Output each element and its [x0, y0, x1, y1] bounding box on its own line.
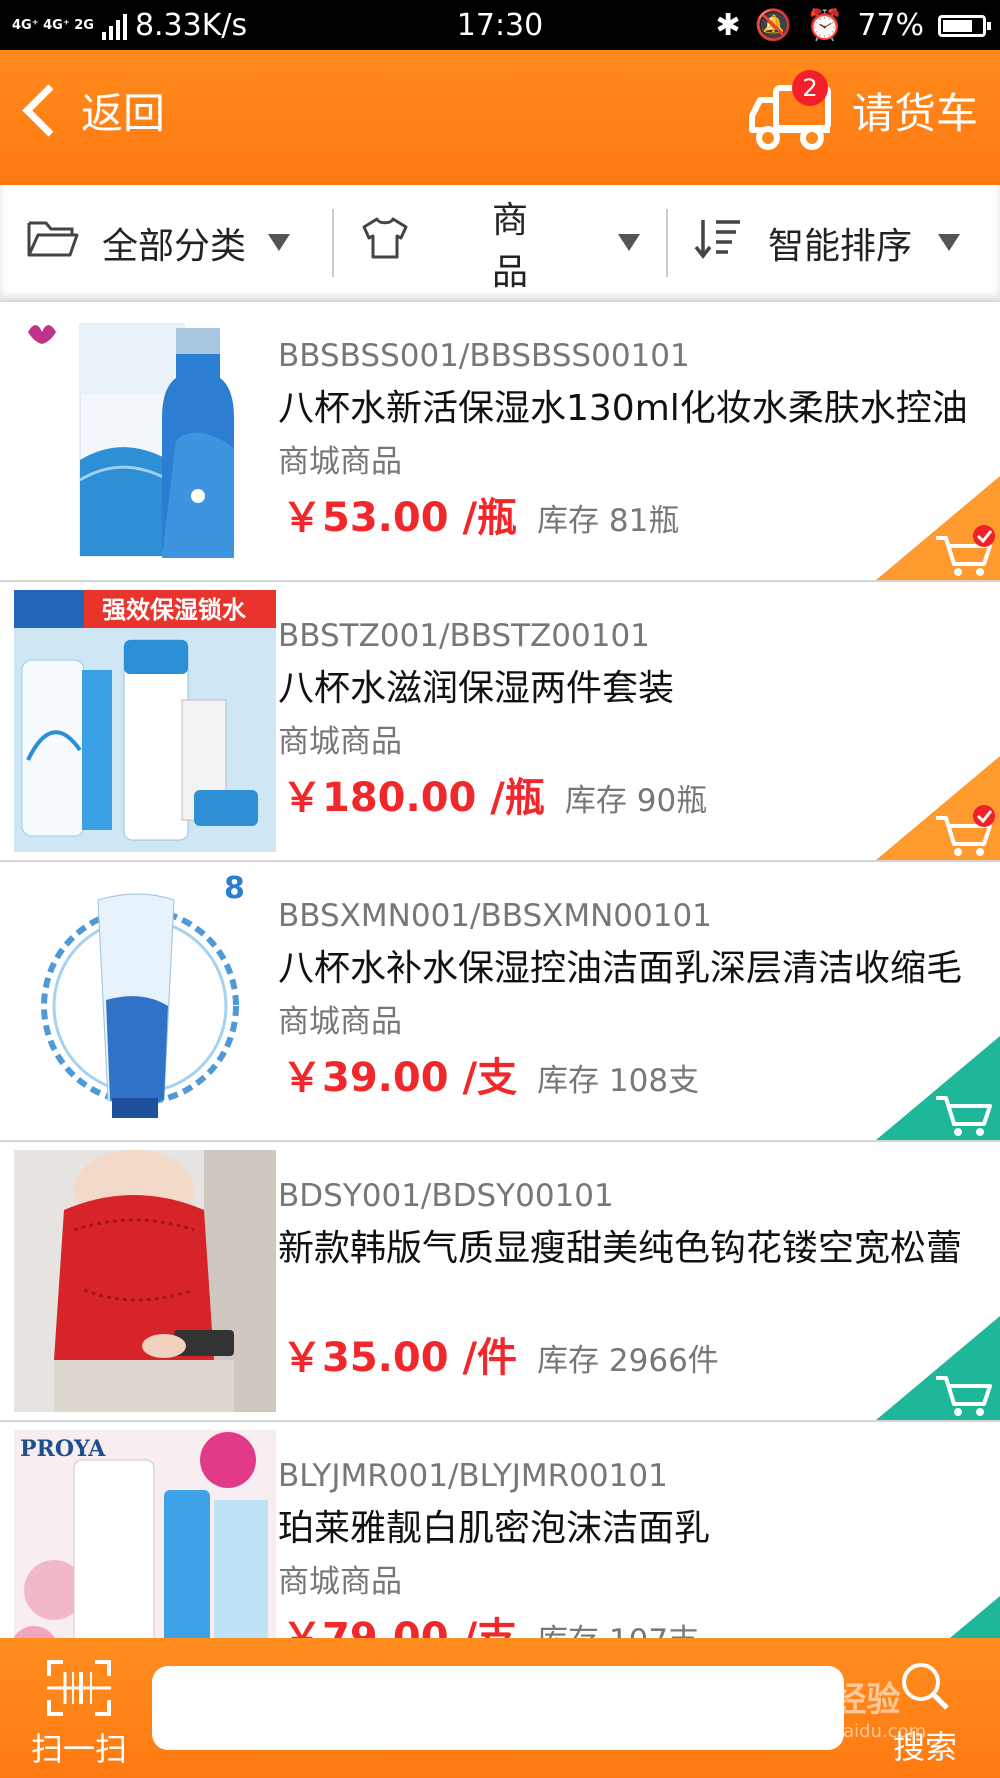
product-name: 八杯水补水保湿控油洁面乳深层清洁收缩毛 [278, 948, 963, 989]
add-to-cart-button[interactable] [876, 756, 1000, 860]
product-price: ￥180.00 /瓶 [282, 775, 545, 821]
thumb-banner: 强效保湿锁水 [102, 596, 247, 624]
filter-sort-label: 智能排序 [768, 225, 913, 267]
folder-icon [26, 217, 80, 268]
product-item[interactable]: 强效保湿锁水 BBSTZ001/BBSTZ00101 八杯水滋润保湿两件套装 商… [0, 582, 1000, 862]
app-header: 返回 2 请货车 [0, 50, 1000, 185]
scan-button[interactable]: 扫一扫 [24, 1660, 134, 1770]
product-thumbnail: 8 [14, 870, 276, 1132]
product-stock: 库存 107支 [537, 1611, 699, 1638]
caret-down-icon [618, 234, 640, 251]
filter-category-label: 全部分类 [102, 225, 247, 267]
product-thumbnail: 强效保湿锁水 [14, 590, 276, 852]
product-code: BDSY001/BDSY00101 [278, 1178, 614, 1214]
check-badge-icon [973, 805, 995, 827]
back-label: 返回 [81, 89, 166, 138]
product-stock: 库存 90瓶 [564, 783, 708, 819]
add-to-cart-button[interactable] [876, 476, 1000, 580]
scan-label: 扫一扫 [30, 1730, 127, 1768]
product-list: BBSBSS001/BBSBSS00101 八杯水新活保湿水130ml化妆水柔肤… [0, 302, 1000, 1638]
caret-down-icon [938, 234, 961, 251]
battery-percent: 77% [857, 8, 924, 43]
search-input[interactable] [152, 1666, 844, 1750]
svg-text:8: 8 [224, 871, 245, 906]
status-right: ✱ 🔕 ⏰ 77% [715, 8, 991, 43]
product-price: ￥53.00 /瓶 [282, 495, 518, 541]
product-stock: 库存 2966件 [537, 1343, 719, 1379]
filter-category[interactable]: 全部分类 [26, 185, 306, 300]
product-item[interactable]: 8 BBSXMN001/BBSXMN00101 八杯水补水保湿控油洁面乳深层清洁… [0, 862, 1000, 1142]
alarm-icon: ⏰ [805, 8, 844, 43]
add-to-cart-button[interactable] [876, 1036, 1000, 1140]
product-price: ￥79.00 /支 [282, 1615, 518, 1638]
product-name: 珀莱雅靓白肌密泡沫洁面乳 [278, 1508, 711, 1549]
product-code: BBSXMN001/BBSXMN00101 [278, 898, 712, 934]
product-price: ￥35.00 /件 [282, 1335, 518, 1381]
product-code: BLYJMR001/BLYJMR00101 [278, 1458, 668, 1494]
filter-divider [332, 209, 334, 277]
battery-fill [943, 19, 972, 32]
product-code: BBSBSS001/BBSBSS00101 [278, 338, 690, 374]
product-stock: 库存 81瓶 [537, 503, 680, 539]
truck-icon: 2 [746, 64, 838, 156]
cart-button[interactable]: 2 请货车 [746, 64, 978, 156]
battery-icon [938, 14, 991, 37]
add-to-cart-button[interactable] [876, 1596, 1000, 1638]
thumb-brand: PROYA [20, 1436, 106, 1462]
product-stock: 库存 108支 [537, 1063, 700, 1099]
caret-down-icon [268, 234, 291, 251]
product-code: BBSTZ001/BBSTZ00101 [278, 618, 650, 654]
shirt-icon [360, 216, 410, 269]
product-thumbnail [14, 310, 276, 572]
status-bar: 4G⁺ 4G⁺ 2G 8.33K/s 17:30 ✱ 🔕 ⏰ 77% [0, 0, 1000, 50]
filter-bar: 全部分类 商品 智能排序 [0, 185, 1000, 302]
product-item[interactable]: BDSY001/BDSY00101 新款韩版气质显瘦甜美纯色钩花镂空宽松蕾 ￥3… [0, 1142, 1000, 1422]
check-badge-icon [973, 525, 995, 547]
product-thumbnail: PROYA [14, 1430, 276, 1638]
cart-label: 请货车 [851, 88, 978, 138]
bluetooth-icon: ✱ [715, 8, 741, 43]
filter-sort[interactable]: 智能排序 [694, 185, 984, 300]
product-name: 八杯水新活保湿水130ml化妆水柔肤水控油 [278, 388, 968, 429]
product-name: 八杯水滋润保湿两件套装 [278, 668, 675, 709]
product-price: ￥39.00 /支 [282, 1055, 518, 1101]
baidu-watermark: Bai 经验 jingyan.baidu.com [760, 1672, 926, 1742]
filter-goods[interactable]: 商品 [360, 185, 640, 300]
scan-icon [47, 1660, 111, 1724]
product-name: 新款韩版气质显瘦甜美纯色钩花镂空宽松蕾 [278, 1228, 963, 1269]
watermark-sub: jingyan.baidu.com [760, 1721, 927, 1742]
chevron-left-icon [22, 84, 75, 137]
back-button[interactable]: 返回 [20, 80, 165, 141]
sort-icon [694, 216, 742, 269]
cart-count-badge: 2 [791, 70, 828, 106]
filter-divider [666, 209, 668, 277]
product-thumbnail [14, 1150, 276, 1412]
bell-off-icon: 🔕 [754, 8, 792, 43]
product-item[interactable]: PROYA BLYJMR001/BLYJMR00101 珀莱雅靓白肌密泡沫洁面乳… [0, 1422, 1000, 1638]
watermark-text: Bai 经验 [760, 1680, 901, 1720]
add-to-cart-button[interactable] [876, 1316, 1000, 1420]
product-item[interactable]: BBSBSS001/BBSBSS00101 八杯水新活保湿水130ml化妆水柔肤… [0, 302, 1000, 582]
filter-goods-label: 商品 [492, 199, 529, 293]
